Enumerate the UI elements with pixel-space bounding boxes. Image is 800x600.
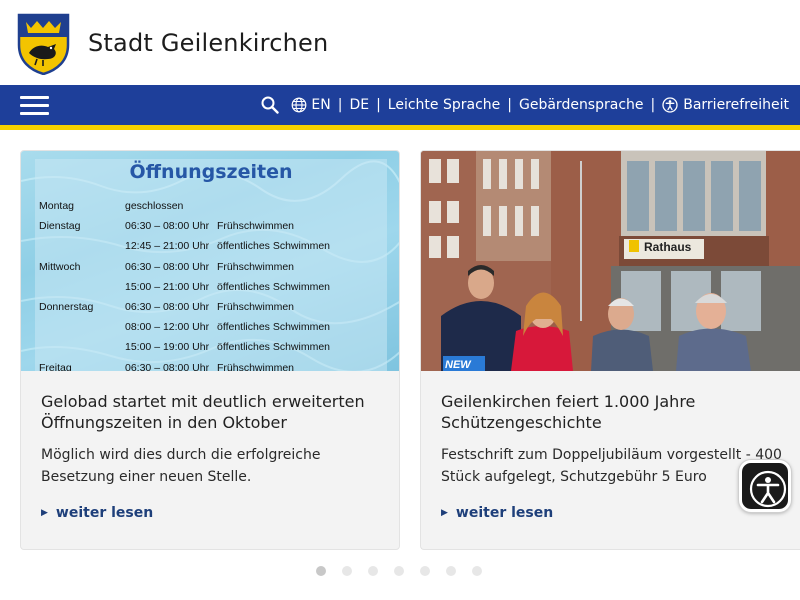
card-teaser: Möglich wird dies durch die erfolgreiche…	[41, 447, 321, 485]
carousel-dot-3[interactable]	[368, 566, 378, 576]
service-navigation: EN | DE | Leichte Sprache | Gebärdenspra…	[261, 85, 789, 125]
carousel-dot-4[interactable]	[394, 566, 404, 576]
sign-language-link[interactable]: Gebärdensprache	[519, 97, 644, 113]
chevron-right-icon: ▶	[441, 508, 448, 518]
nav-separator: |	[507, 97, 512, 113]
site-header: Stadt Geilenkirchen	[0, 0, 800, 85]
globe-icon	[291, 97, 307, 113]
carousel-dot-2[interactable]	[342, 566, 352, 576]
new-badge: NEW	[445, 359, 471, 371]
photo-illustration	[421, 151, 800, 371]
opening-hours-heading: Öffnungszeiten	[129, 161, 293, 183]
accessibility-widget-button[interactable]	[739, 460, 791, 512]
card-title[interactable]: Geilenkirchen feiert 1.000 Jahre Schütze…	[441, 391, 781, 433]
yellow-accent-stripe	[0, 125, 800, 130]
carousel-dot-5[interactable]	[420, 566, 430, 576]
town-hall-group-photo[interactable]: Rathaus NEW	[421, 151, 800, 371]
carousel-dot-6[interactable]	[446, 566, 456, 576]
read-more-link[interactable]: ▶ weiter lesen	[441, 505, 553, 521]
rathaus-sign: Rathaus	[629, 240, 691, 254]
read-more-label: weiter lesen	[55, 505, 154, 521]
card-teaser: Festschrift zum Doppeljubiläum vorgestel…	[441, 447, 782, 485]
language-en-link[interactable]: EN	[311, 97, 330, 113]
coat-of-arms-logo[interactable]	[17, 13, 70, 76]
site-title[interactable]: Stadt Geilenkirchen	[88, 29, 328, 57]
news-card[interactable]: Öffnungszeiten Montag geschlossen Dienst…	[20, 150, 400, 550]
opening-hours-image[interactable]: Öffnungszeiten Montag geschlossen Dienst…	[21, 151, 399, 371]
carousel-dot-1[interactable]	[316, 566, 326, 576]
read-more-label: weiter lesen	[455, 505, 554, 521]
carousel-pagination	[316, 566, 482, 576]
carousel-dot-7[interactable]	[472, 566, 482, 576]
card-title[interactable]: Gelobad startet mit deutlich erweiterten…	[41, 391, 381, 433]
accessibility-link[interactable]: Barrierefreiheit	[683, 97, 789, 113]
main-navigation-bar: EN | DE | Leichte Sprache | Gebärdenspra…	[0, 85, 800, 125]
language-de-link[interactable]: DE	[349, 97, 369, 113]
easy-language-link[interactable]: Leichte Sprache	[388, 97, 500, 113]
read-more-link[interactable]: ▶ weiter lesen	[41, 505, 153, 521]
accessibility-icon	[662, 97, 678, 113]
nav-separator: |	[376, 97, 381, 113]
sign-coat-of-arms-icon	[629, 240, 639, 252]
chevron-right-icon: ▶	[41, 508, 48, 518]
nav-separator: |	[337, 97, 343, 113]
nav-separator: |	[650, 97, 656, 113]
search-icon[interactable]	[261, 96, 280, 114]
accessibility-person-icon	[749, 470, 787, 508]
hamburger-menu-icon[interactable]	[20, 94, 49, 116]
